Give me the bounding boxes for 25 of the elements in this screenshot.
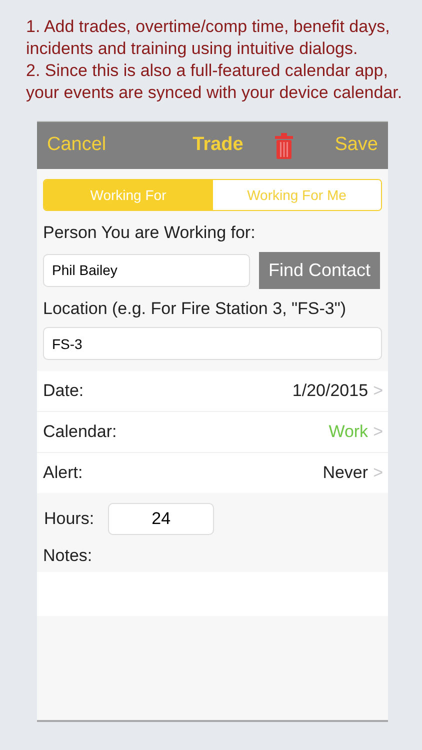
row-value: Work bbox=[328, 421, 368, 444]
chevron-icon: > bbox=[373, 460, 383, 486]
chevron-icon: > bbox=[373, 378, 383, 404]
field-label: Notes: bbox=[43, 545, 94, 567]
row-value: 1/20/2015 bbox=[292, 380, 368, 402]
settings-row[interactable]: Date: 1/20/2015 > bbox=[37, 371, 388, 411]
field-label: Location (e.g. For Fire Station 3, "FS-3") bbox=[43, 298, 348, 320]
trash-icon[interactable] bbox=[275, 132, 293, 158]
row-value: Never bbox=[322, 462, 368, 484]
location-field[interactable]: FS-3 bbox=[43, 327, 382, 360]
field-label: Hours: bbox=[44, 508, 94, 530]
hours-field[interactable]: 24 bbox=[108, 503, 214, 535]
field-label: Person You are Working for: bbox=[43, 222, 256, 244]
settings-row[interactable]: Calendar: Work > bbox=[37, 412, 388, 452]
nav-title: Trade bbox=[192, 133, 244, 158]
person-field[interactable]: Phil Bailey bbox=[43, 254, 250, 286]
find-contact-button[interactable]: Find Contact bbox=[259, 252, 380, 288]
chevron-icon: > bbox=[373, 419, 383, 445]
row-label: Calendar: bbox=[43, 421, 117, 444]
row-label: Date: bbox=[43, 380, 84, 402]
row-label: Alert: bbox=[43, 462, 83, 484]
notes-field[interactable] bbox=[37, 572, 388, 616]
caption-text: 1. Add trades, overtime/comp time, benefit days, incidents and training using intuitive dialogs. bbox=[26, 16, 391, 60]
settings-row[interactable]: Alert: Never > bbox=[37, 453, 388, 493]
caption-text: 2. Since this is also a full-featured calendar app, your events are synced with your device calendar. bbox=[26, 60, 404, 104]
